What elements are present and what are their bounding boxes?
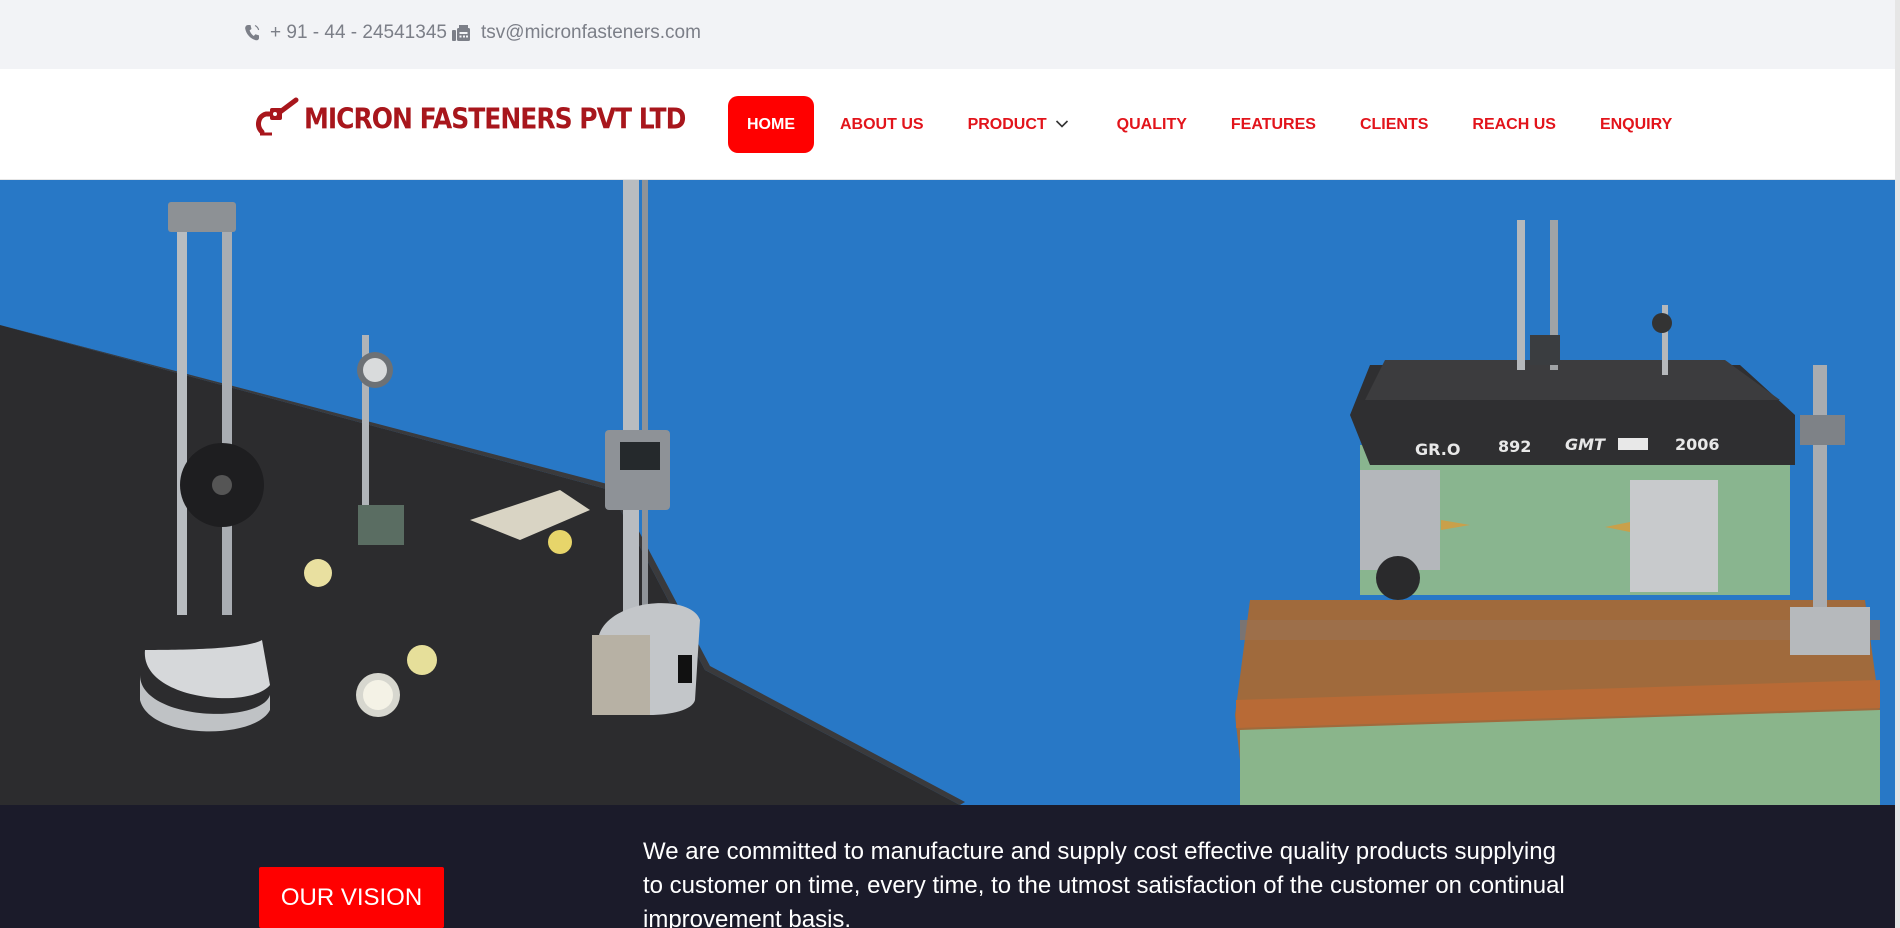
nav-home-label: HOME [747, 115, 795, 133]
our-vision-button[interactable]: OUR VISION [259, 867, 444, 928]
logo-text: MICRON FASTENERS PVT LTD [304, 101, 686, 136]
plate-mark-grade: GR.O [1415, 440, 1460, 459]
nav-enquiry-label: ENQUIRY [1599, 115, 1673, 133]
nav-quality[interactable]: QUALITY [1091, 96, 1209, 153]
site-header: MICRON FASTENERS PVT LTD HOME ABOUT US P… [0, 69, 1895, 180]
hero-equipment-illustration: GR.O 892 GMT 2006 [0, 180, 1880, 805]
main-nav: HOME ABOUT US PRODUCT QUALITY FEATURES C… [728, 96, 1694, 153]
contact-email[interactable]: tsv@micronfasteners.com [451, 22, 701, 44]
email-address: tsv@micronfasteners.com [481, 22, 701, 43]
vision-section: OUR VISION We are committed to manufactu… [0, 805, 1895, 928]
vision-statement: We are committed to manufacture and supp… [643, 838, 1565, 928]
phone-icon [244, 24, 260, 42]
chevron-down-icon [1055, 116, 1069, 134]
top-contact-bar: + 91 - 44 - 24541345 tsv@micronfasteners… [0, 0, 1895, 69]
nav-reach-us[interactable]: REACH US [1450, 96, 1578, 153]
phone-number: + 91 - 44 - 24541345 [270, 22, 447, 43]
fax-icon [451, 24, 471, 42]
nav-clients[interactable]: CLIENTS [1338, 96, 1450, 153]
plate-mark-maker: GMT [1565, 435, 1606, 454]
plate-mark-number: 892 [1498, 437, 1531, 456]
page-scrollbar[interactable] [1895, 0, 1900, 928]
nav-product-label: PRODUCT [967, 115, 1047, 133]
nav-reach-us-label: REACH US [1472, 115, 1556, 133]
nav-enquiry[interactable]: ENQUIRY [1578, 96, 1694, 153]
micrometer-logo-icon [252, 92, 300, 145]
nav-about-us-label: ABOUT US [840, 115, 924, 133]
nav-product[interactable]: PRODUCT [946, 96, 1091, 153]
plate-mark-year: 2006 [1675, 435, 1720, 454]
hero-banner: GR.O 892 GMT 2006 [0, 180, 1895, 805]
nav-clients-label: CLIENTS [1359, 115, 1429, 133]
nav-features[interactable]: FEATURES [1209, 96, 1338, 153]
nav-home[interactable]: HOME [728, 96, 814, 153]
nav-about-us[interactable]: ABOUT US [814, 96, 946, 153]
nav-features-label: FEATURES [1230, 115, 1316, 133]
contact-phone[interactable]: + 91 - 44 - 24541345 [244, 22, 447, 44]
site-logo[interactable]: MICRON FASTENERS PVT LTD [252, 92, 686, 145]
nav-quality-label: QUALITY [1116, 115, 1187, 133]
